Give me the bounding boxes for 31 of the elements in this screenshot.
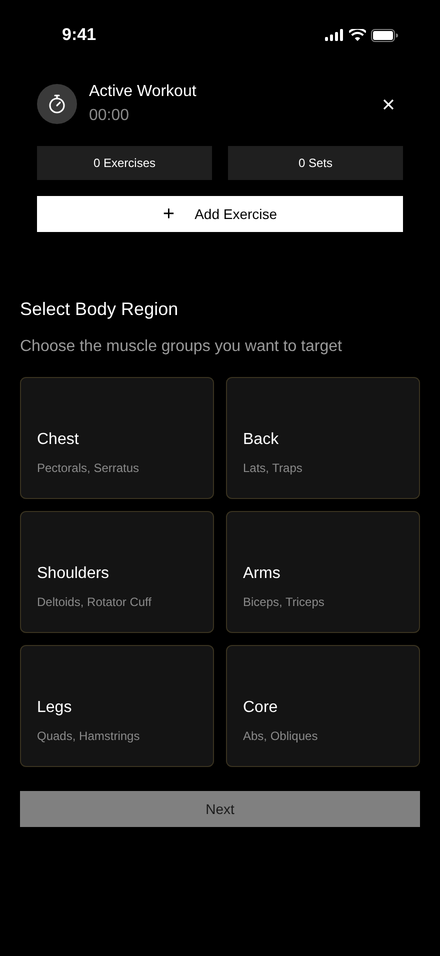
region-name: Legs bbox=[37, 698, 72, 718]
region-card[interactable]: Shoulders Deltoids, Rotator Cuff bbox=[20, 511, 214, 633]
region-muscles: Lats, Traps bbox=[243, 460, 302, 477]
region-muscles: Quads, Hamstrings bbox=[37, 728, 140, 745]
region-card[interactable]: Core Abs, Obliques bbox=[226, 645, 420, 767]
stopwatch-icon bbox=[37, 84, 77, 124]
workout-title: Active Workout bbox=[89, 82, 198, 102]
region-card[interactable]: Arms Biceps, Triceps bbox=[226, 511, 420, 633]
region-name: Arms bbox=[243, 564, 280, 584]
close-icon bbox=[382, 98, 394, 110]
stat-box: 0 Sets bbox=[228, 146, 403, 180]
region-card[interactable]: Back Lats, Traps bbox=[226, 377, 420, 499]
wifi-icon bbox=[349, 29, 366, 41]
stat-box: 0 Exercises bbox=[37, 146, 212, 180]
region-muscles: Abs, Obliques bbox=[243, 728, 318, 745]
section-subtitle: Choose the muscle groups you want to target bbox=[20, 337, 343, 357]
region-muscles: Biceps, Triceps bbox=[243, 594, 324, 611]
battery-icon bbox=[371, 28, 398, 42]
region-name: Back bbox=[243, 430, 279, 450]
signal-icon bbox=[325, 29, 344, 41]
status-time: 9:41 bbox=[62, 24, 96, 46]
region-name: Core bbox=[243, 698, 278, 718]
region-name: Shoulders bbox=[37, 564, 110, 584]
add-exercise-button[interactable]: + Add Exercise bbox=[37, 196, 403, 232]
workout-timer: 00:00 bbox=[89, 106, 130, 126]
region-muscles: Pectorals, Serratus bbox=[37, 460, 140, 477]
region-card[interactable]: Chest Pectorals, Serratus bbox=[20, 377, 214, 499]
region-card[interactable]: Legs Quads, Hamstrings bbox=[20, 645, 214, 767]
region-muscles: Deltoids, Rotator Cuff bbox=[37, 594, 152, 611]
section-title: Select Body Region bbox=[20, 298, 180, 321]
region-name: Chest bbox=[37, 430, 79, 450]
